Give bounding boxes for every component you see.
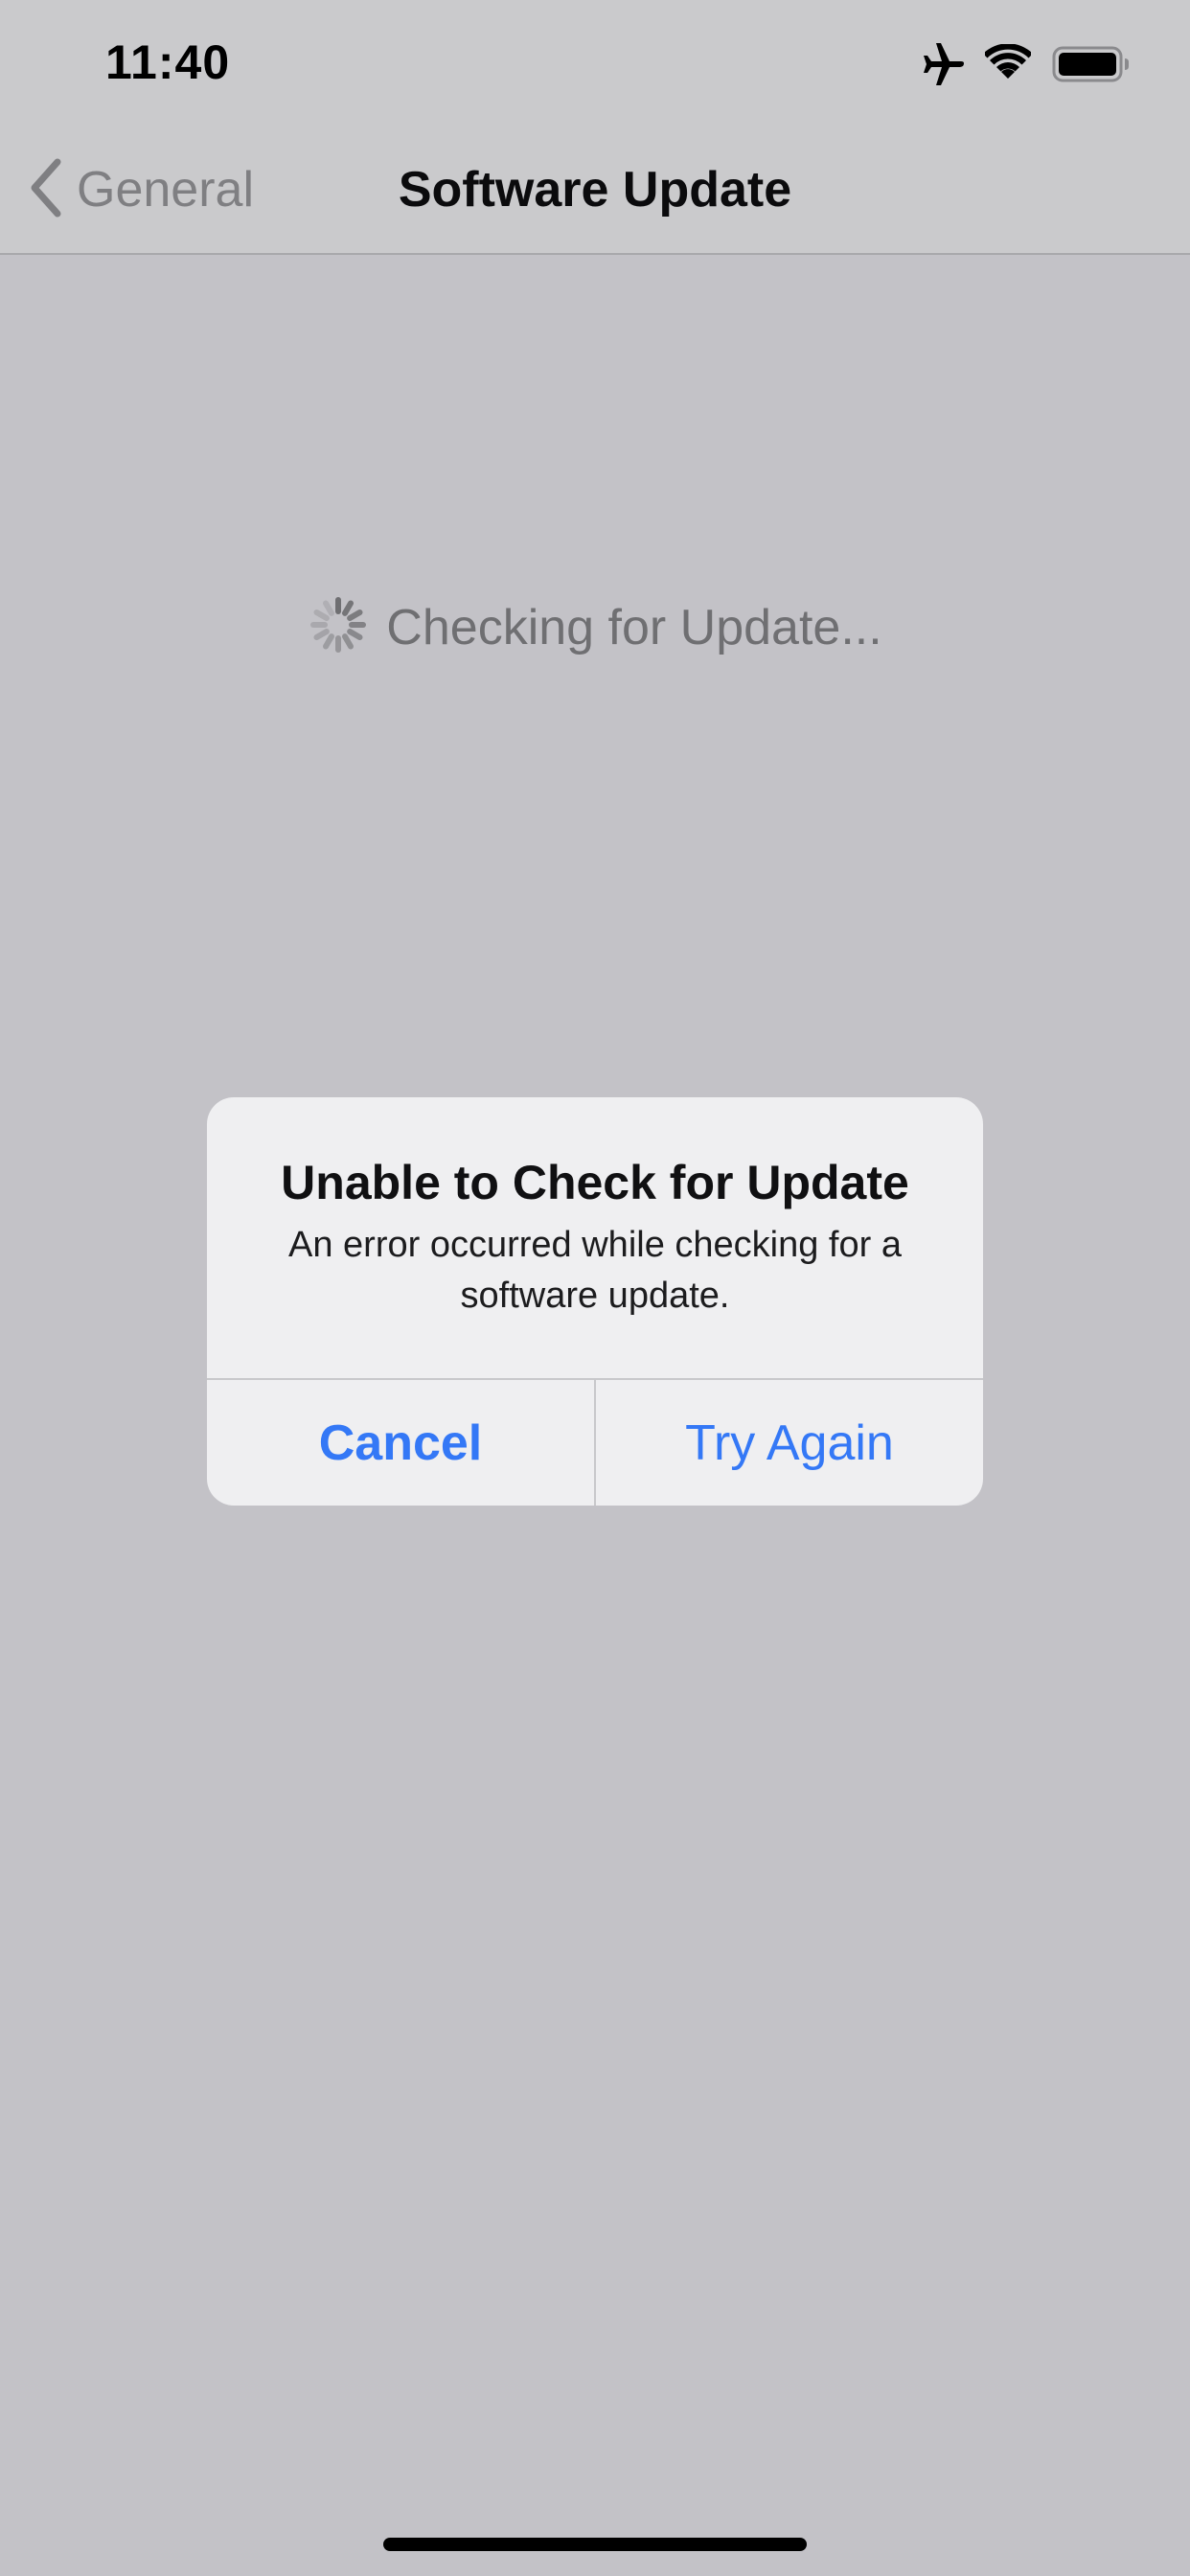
alert-title: Unable to Check for Update — [281, 1156, 909, 1209]
navigation-bar: General Software Update — [0, 126, 1190, 255]
spinner-icon — [308, 594, 369, 660]
try-again-button[interactable]: Try Again — [596, 1380, 983, 1506]
status-time: 11:40 — [105, 35, 231, 89]
wifi-icon — [983, 43, 1033, 85]
alert-message: An error occurred while checking for a s… — [288, 1225, 902, 1316]
battery-icon — [1052, 46, 1131, 87]
status-bar: 11:40 — [0, 0, 1190, 126]
checking-status-text: Checking for Update... — [386, 599, 882, 656]
cancel-button[interactable]: Cancel — [207, 1380, 594, 1506]
airplane-icon — [920, 42, 968, 91]
home-indicator[interactable] — [383, 2538, 807, 2551]
error-alert: Unable to Check for Update An error occu… — [207, 1097, 983, 1506]
page-title: Software Update — [398, 162, 792, 218]
checking-status: Checking for Update... — [0, 594, 1190, 660]
